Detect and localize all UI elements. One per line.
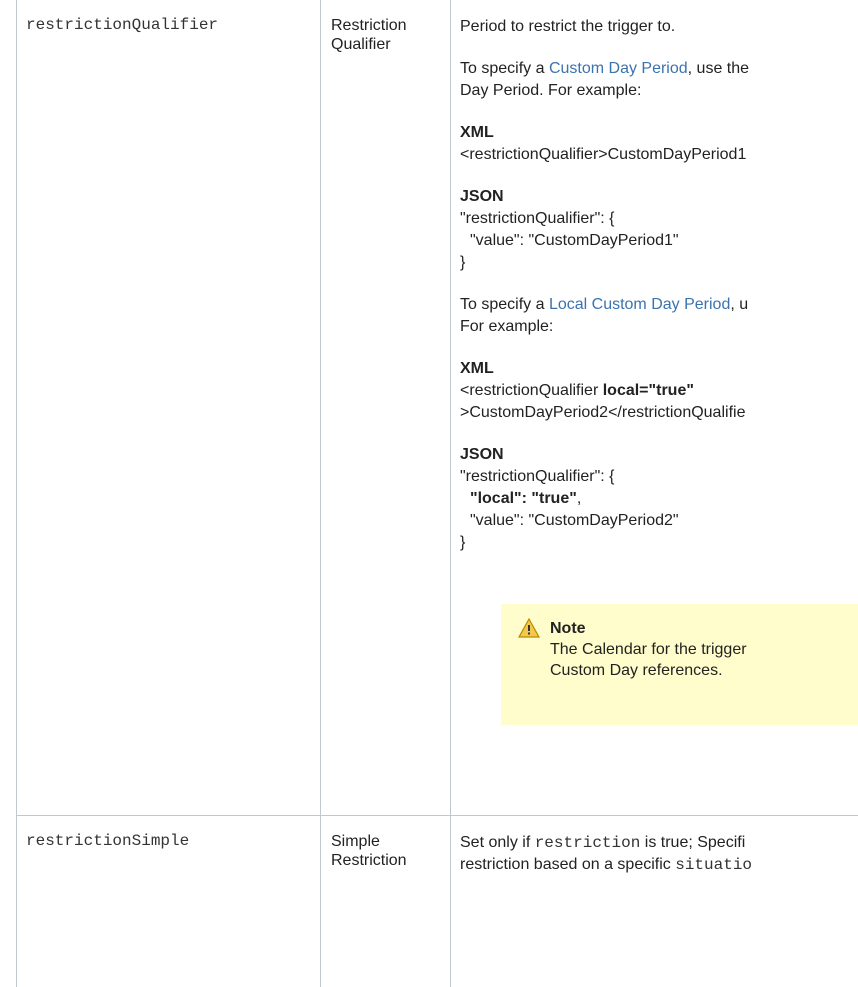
json-example: JSON "restrictionQualifier": { "value": … — [460, 186, 858, 274]
properties-table: restrictionQualifier Restriction Qualifi… — [16, 0, 858, 987]
json-local-key: "local": "true" — [470, 490, 577, 507]
warning-icon — [518, 618, 540, 638]
property-name-cell: restrictionQualifier — [16, 0, 321, 816]
property-name: restrictionSimple — [26, 832, 190, 850]
json-label: JSON — [460, 188, 504, 205]
text: , u — [730, 296, 749, 313]
table-row: restrictionQualifier Restriction Qualifi… — [16, 0, 858, 816]
json-line: } — [460, 534, 466, 551]
inline-code: restriction — [534, 834, 641, 852]
note-title: Note — [550, 620, 586, 637]
text: Set only if — [460, 834, 535, 851]
note-line: Custom Day references. — [550, 662, 723, 679]
xml-line: <restrictionQualifier — [460, 382, 603, 399]
text: To specify a — [460, 296, 549, 313]
property-description-cell: Set only if restriction is true; Specifi… — [450, 815, 858, 987]
xml-line: <restrictionQualifier>CustomDayPeriod1 — [460, 146, 747, 163]
xml-line: >CustomDayPeriod2</restrictionQualifie — [460, 404, 746, 421]
custom-day-period-paragraph: To specify a Custom Day Period, use the … — [460, 58, 858, 102]
properties-table-container: restrictionQualifier Restriction Qualifi… — [0, 0, 858, 987]
xml-local-attr: local="true" — [602, 382, 694, 399]
xml-label: XML — [460, 360, 494, 377]
text: To specify a — [460, 60, 549, 77]
local-custom-day-period-paragraph: To specify a Local Custom Day Period, u … — [460, 294, 858, 338]
property-label-cell: Restriction Qualifier — [320, 0, 451, 816]
json-line: , — [576, 490, 582, 507]
property-name-cell: restrictionSimple — [16, 815, 321, 987]
property-description-cell: Period to restrict the trigger to. To sp… — [450, 0, 858, 816]
json-line: "value": "CustomDayPeriod2" — [470, 512, 679, 529]
table-row: restrictionSimple Simple Restriction Set… — [16, 815, 858, 987]
xml-example: XML <restrictionQualifier>CustomDayPerio… — [460, 122, 858, 166]
json-line: "value": "CustomDayPeriod1" — [470, 232, 679, 249]
json-example-local: JSON "restrictionQualifier": { "local": … — [460, 444, 858, 554]
description-intro: Period to restrict the trigger to. — [460, 18, 676, 35]
json-line: } — [460, 254, 466, 271]
note-panel: Note The Calendar for the trigger Custom… — [501, 604, 858, 725]
inline-code: situatio — [675, 856, 753, 874]
text: Day Period. For example: — [460, 82, 642, 99]
text: For example: — [460, 318, 554, 335]
text: is true; Specifi — [640, 834, 746, 851]
text: restriction based on a specific — [460, 856, 676, 873]
json-label: JSON — [460, 446, 504, 463]
xml-label: XML — [460, 124, 494, 141]
local-custom-day-period-link[interactable]: Local Custom Day Period — [549, 296, 730, 313]
property-label: Restriction Qualifier — [331, 17, 407, 53]
property-label-cell: Simple Restriction — [320, 815, 451, 987]
xml-example-local: XML <restrictionQualifier local="true" >… — [460, 358, 858, 424]
property-name: restrictionQualifier — [26, 16, 219, 34]
json-line: "restrictionQualifier": { — [460, 468, 615, 485]
property-label: Simple Restriction — [331, 833, 407, 869]
custom-day-period-link[interactable]: Custom Day Period — [549, 60, 688, 77]
json-line: "restrictionQualifier": { — [460, 210, 615, 227]
text: , use the — [687, 60, 750, 77]
note-line: The Calendar for the trigger — [550, 641, 747, 658]
